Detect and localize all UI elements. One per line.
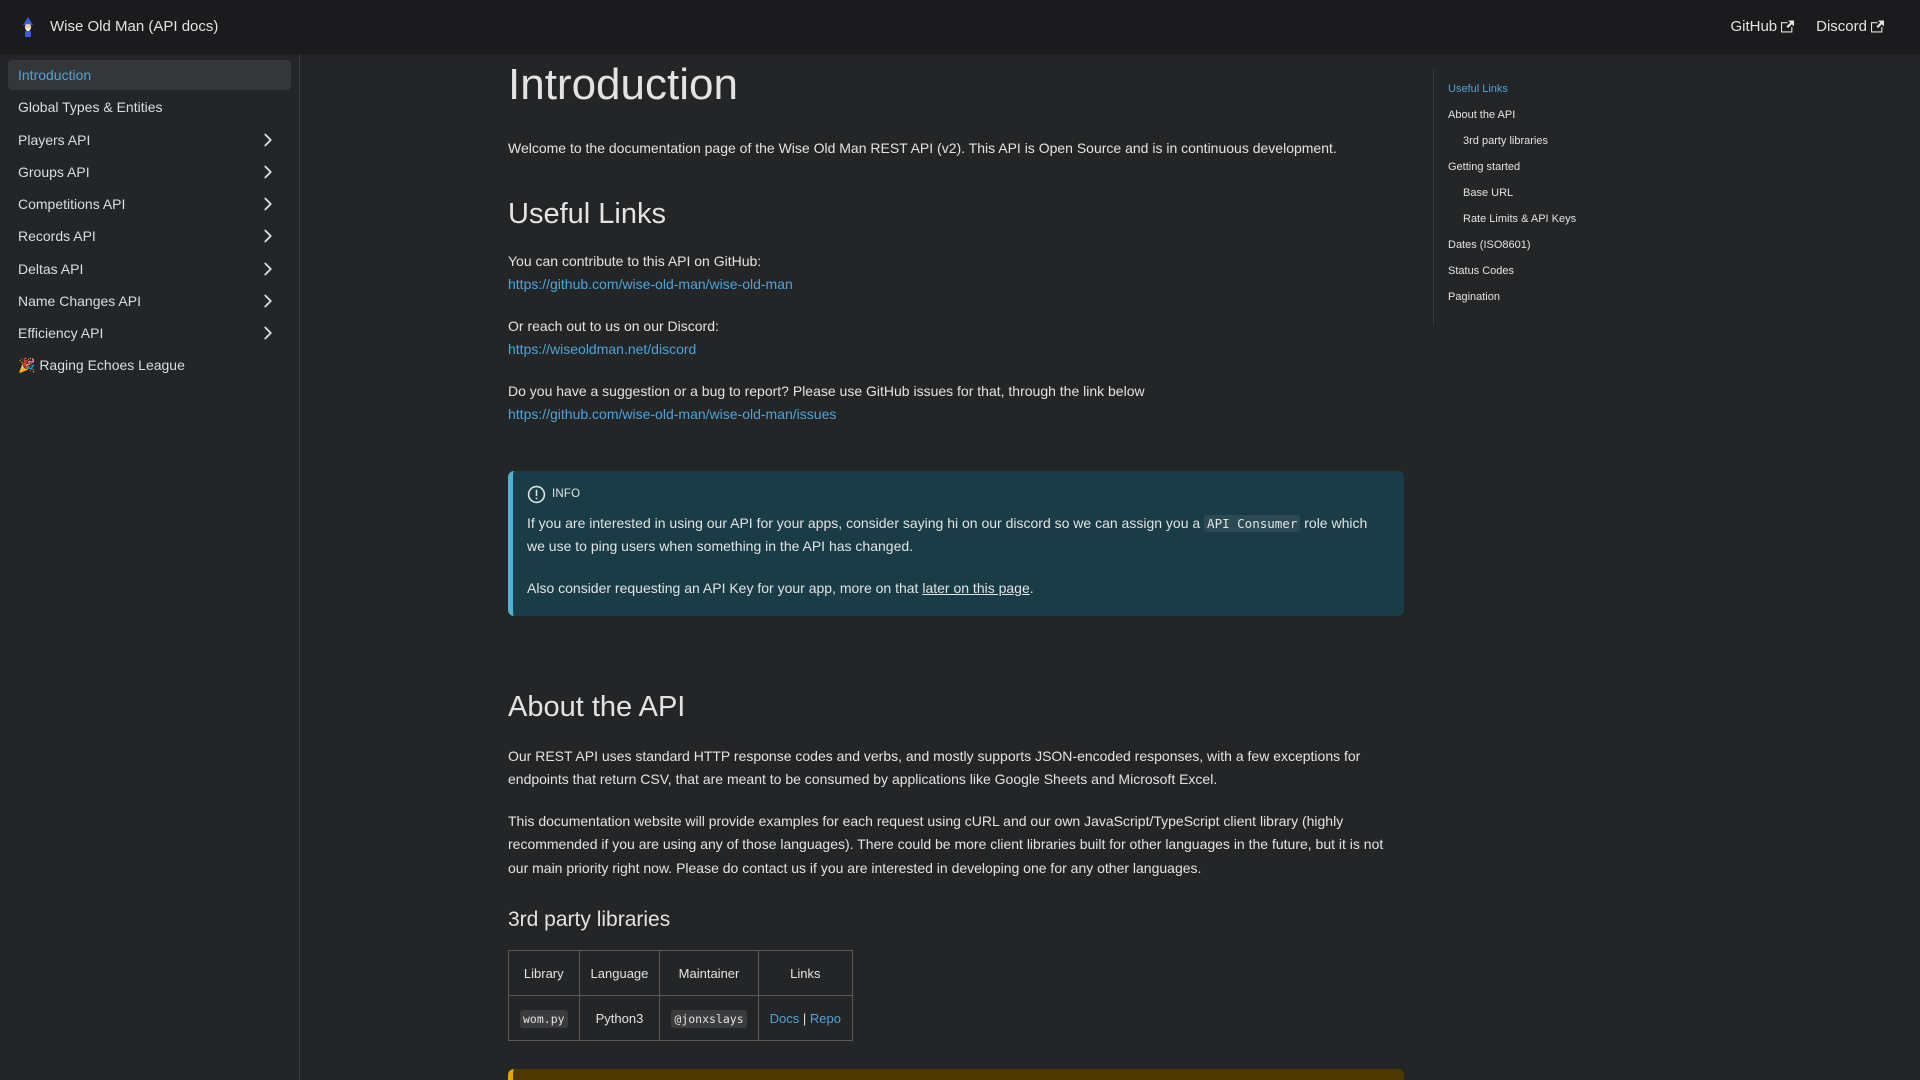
- navbar-links: GitHub Discord: [1730, 18, 1884, 35]
- wise-old-man-logo-icon: [20, 16, 36, 38]
- brand-home-link[interactable]: Wise Old Man (API docs): [20, 16, 218, 38]
- sidebar-item-name-changes-api[interactable]: Name Changes API: [8, 286, 291, 316]
- table-row: wom.py Python3 @jonxslays Docs | Repo: [508, 995, 853, 1042]
- table-of-contents: Useful Links About the API 3rd party lib…: [1433, 69, 1633, 325]
- about-paragraph-2: This documentation website will provide …: [508, 812, 1384, 876]
- info-admonition: INFO If you are interested in using our …: [508, 470, 1404, 617]
- docs-sidebar: Introduction Global Types & Entities Pla…: [0, 53, 300, 1080]
- chevron-right-icon[interactable]: [257, 193, 279, 215]
- info-text-2b: .: [1029, 579, 1034, 596]
- sidebar-item-groups-api[interactable]: Groups API: [8, 157, 291, 187]
- sidebar-item-label: Global Types & Entities: [18, 99, 163, 116]
- links-cell: Docs | Repo: [757, 995, 853, 1042]
- links-separator: |: [802, 1010, 807, 1026]
- github-text: You can contribute to this API on GitHub…: [508, 252, 762, 269]
- info-text-2a: Also consider requesting an API Key for …: [527, 579, 923, 596]
- sidebar-item-label: Players API: [18, 131, 91, 148]
- toc-item-pagination[interactable]: Pagination: [1448, 291, 1633, 317]
- github-repo-link[interactable]: https://github.com/wise-old-man/wise-old…: [508, 276, 793, 292]
- column-header-library: Library: [508, 950, 580, 997]
- api-consumer-code: API Consumer: [1204, 514, 1301, 532]
- toc-item-about-the-api[interactable]: About the API: [1448, 109, 1633, 135]
- sidebar-item-label: Deltas API: [18, 260, 84, 277]
- info-text-1a: If you are interested in using our API f…: [527, 514, 1205, 531]
- chevron-right-icon[interactable]: [257, 290, 279, 312]
- docs-link[interactable]: Docs: [770, 1011, 800, 1026]
- discord-nav-link[interactable]: Discord: [1816, 18, 1884, 35]
- info-label: INFO: [552, 488, 581, 501]
- github-issues-link[interactable]: https://github.com/wise-old-man/wise-old…: [508, 406, 836, 422]
- sidebar-item-players-api[interactable]: Players API: [8, 125, 291, 155]
- maintainer-name: @jonxslays: [671, 1009, 747, 1028]
- sidebar-item-efficiency-api[interactable]: Efficiency API: [8, 318, 291, 348]
- site-title: Wise Old Man (API docs): [50, 18, 219, 35]
- intro-paragraph: Welcome to the documentation page of the…: [508, 140, 1337, 157]
- toc-item-status-codes[interactable]: Status Codes: [1448, 265, 1633, 291]
- github-nav-link[interactable]: GitHub: [1730, 18, 1795, 35]
- sidebar-item-competitions-api[interactable]: Competitions API: [8, 189, 291, 219]
- info-paragraph-1: If you are interested in using our API f…: [527, 512, 1386, 559]
- discord-text: Or reach out to us on our Discord:: [508, 317, 719, 334]
- toc-item-base-url[interactable]: Base URL: [1448, 187, 1633, 213]
- sidebar-item-label: Records API: [18, 228, 96, 245]
- discord-paragraph: Or reach out to us on our Discord: https…: [508, 315, 1404, 362]
- info-paragraph-2: Also consider requesting an API Key for …: [527, 577, 1386, 601]
- sidebar-item-records-api[interactable]: Records API: [8, 221, 291, 251]
- column-header-language: Language: [578, 950, 661, 997]
- sidebar-item-label: Introduction: [18, 67, 92, 83]
- sidebar-item-introduction[interactable]: Introduction: [8, 60, 291, 90]
- later-on-this-page-link[interactable]: later on this page: [922, 580, 1029, 596]
- chevron-right-icon[interactable]: [257, 322, 279, 344]
- github-nav-label: GitHub: [1730, 18, 1778, 35]
- chevron-right-icon[interactable]: [257, 129, 279, 151]
- chevron-right-icon[interactable]: [257, 258, 279, 280]
- toc-item-dates[interactable]: Dates (ISO8601): [1448, 239, 1633, 265]
- sidebar-item-label: Competitions API: [18, 196, 126, 213]
- external-link-icon: [1871, 20, 1884, 33]
- page-title: Introduction: [508, 60, 738, 109]
- column-header-links: Links: [757, 950, 853, 997]
- info-circle-icon: [527, 485, 546, 504]
- third-party-libraries-heading: 3rd party libraries: [508, 908, 671, 932]
- warning-admonition-edge: [508, 1069, 1404, 1080]
- about-api-heading: About the API: [508, 691, 686, 724]
- library-cell: wom.py: [508, 995, 580, 1042]
- external-link-icon: [1781, 20, 1795, 33]
- sidebar-item-deltas-api[interactable]: Deltas API: [8, 254, 291, 284]
- sidebar-item-label: Groups API: [18, 163, 90, 180]
- issues-paragraph: Do you have a suggestion or a bug to rep…: [508, 380, 1404, 427]
- chevron-right-icon[interactable]: [257, 225, 279, 247]
- library-name: wom.py: [520, 1009, 568, 1028]
- sidebar-item-label: Name Changes API: [18, 293, 141, 310]
- maintainer-cell: @jonxslays: [659, 995, 759, 1042]
- issues-text: Do you have a suggestion or a bug to rep…: [508, 382, 1145, 399]
- top-navbar: Wise Old Man (API docs) GitHub Discord: [0, 0, 1920, 53]
- column-header-maintainer: Maintainer: [659, 950, 759, 997]
- discord-nav-label: Discord: [1816, 18, 1867, 35]
- main-content: Introduction Welcome to the documentatio…: [508, 53, 1404, 1042]
- discord-link[interactable]: https://wiseoldman.net/discord: [508, 341, 696, 357]
- about-paragraph-1: Our REST API uses standard HTTP response…: [508, 747, 1361, 788]
- table-header-row: Library Language Maintainer Links: [508, 950, 853, 997]
- toc-item-third-party-libraries[interactable]: 3rd party libraries: [1448, 135, 1633, 161]
- sidebar-item-raging-echoes-league[interactable]: 🎉 Raging Echoes League: [8, 351, 291, 381]
- toc-item-getting-started[interactable]: Getting started: [1448, 161, 1633, 187]
- chevron-right-icon[interactable]: [257, 161, 279, 183]
- sidebar-item-label: Efficiency API: [18, 325, 104, 342]
- useful-links-heading: Useful Links: [508, 197, 666, 230]
- repo-link[interactable]: Repo: [810, 1011, 841, 1026]
- sidebar-item-global-types[interactable]: Global Types & Entities: [8, 92, 291, 122]
- toc-item-rate-limits[interactable]: Rate Limits & API Keys: [1448, 213, 1633, 239]
- info-admonition-heading: INFO: [527, 485, 1386, 504]
- toc-item-useful-links[interactable]: Useful Links: [1448, 83, 1633, 109]
- language-cell: Python3: [578, 995, 661, 1042]
- sidebar-item-label: 🎉 Raging Echoes League: [18, 357, 185, 374]
- libraries-table: Library Language Maintainer Links wom.py…: [508, 950, 853, 1042]
- github-paragraph: You can contribute to this API on GitHub…: [508, 250, 1404, 297]
